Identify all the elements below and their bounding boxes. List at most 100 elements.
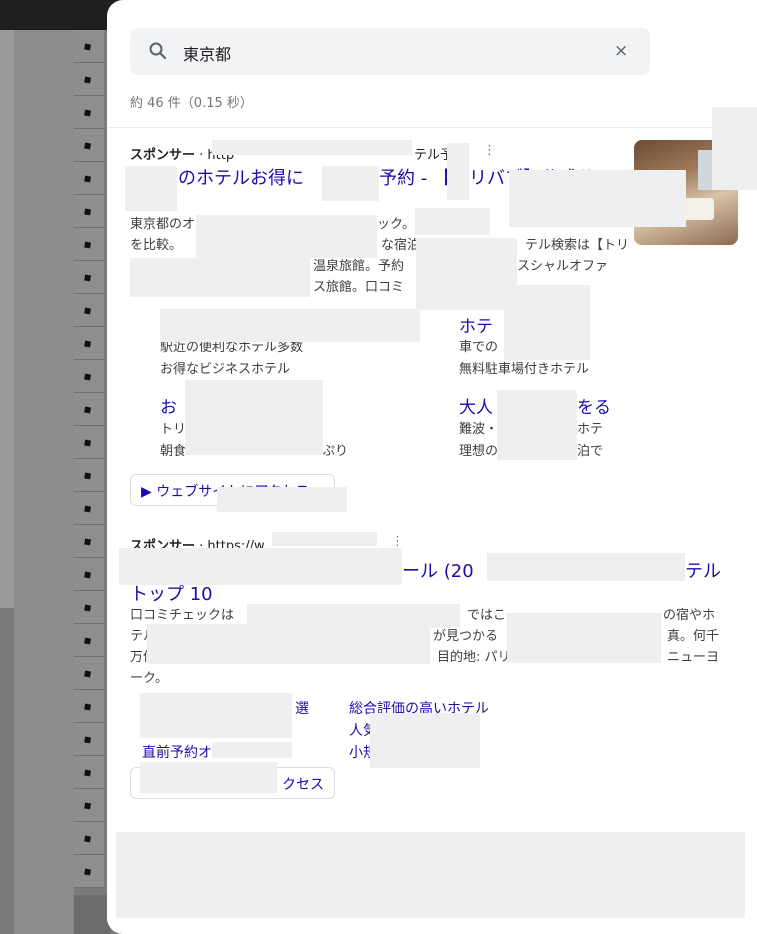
- pin-icon: ◆: [80, 632, 95, 649]
- background-list-row: ◆: [74, 327, 104, 360]
- pin-icon: ◆: [80, 863, 95, 880]
- sitelink-title[interactable]: お: [160, 393, 177, 418]
- redaction-block: [116, 832, 745, 918]
- background-list-row: ◆: [74, 822, 104, 855]
- background-list-row: ◆: [74, 690, 104, 723]
- redaction-block: [217, 487, 347, 512]
- pin-icon: ◆: [80, 467, 95, 484]
- redaction-block: [487, 553, 685, 581]
- pin-icon: ◆: [80, 236, 95, 253]
- background-list-row: ◆: [74, 558, 104, 591]
- ad-2-snippet: ーク。: [130, 671, 168, 686]
- redaction-block: [504, 310, 590, 360]
- play-arrow-icon: ▶: [141, 484, 157, 500]
- sitelink-title[interactable]: ホテ: [459, 312, 493, 337]
- redaction-block: [416, 238, 517, 310]
- ad-1-snippet: テル検索は【トリ: [525, 238, 630, 253]
- background-list-row: ◆: [74, 294, 104, 327]
- pin-icon: ◆: [80, 401, 95, 418]
- search-query: 東京都: [183, 45, 232, 64]
- background-list-row: ◆: [74, 789, 104, 822]
- sitelink-title[interactable]: 大人: [459, 393, 493, 418]
- redaction-block: [185, 380, 323, 455]
- background-list-row: ◆: [74, 63, 104, 96]
- redaction-block: [119, 548, 402, 585]
- pin-icon: ◆: [80, 665, 95, 682]
- ad-2-snippet: 目的地: パリ: [437, 650, 511, 665]
- ad-2-snippet: 口コミチェックは: [130, 608, 235, 623]
- redaction-block: [509, 170, 686, 227]
- result-stats: 約 46 件（0.15 秒）: [130, 96, 253, 111]
- sitelink-desc: ぷり: [322, 444, 349, 459]
- sitelink-title[interactable]: をる: [577, 393, 611, 418]
- ad-1-snippet: な宿泊: [381, 238, 421, 253]
- search-input[interactable]: 東京都 ×: [130, 28, 650, 75]
- background-list-row: ◆: [74, 723, 104, 756]
- search-results-panel: 東京都 × 約 46 件（0.15 秒） スポンサー · http テル予 ⋮ …: [107, 0, 757, 934]
- sitelink-desc: 朝食: [160, 444, 187, 459]
- visit-website-label: クセス: [282, 777, 324, 793]
- pin-icon: ◆: [80, 764, 95, 781]
- background-list: ◆ ◆ ◆ ◆ ◆ ◆ ◆ ◆ ◆ ◆ ◆ ◆ ◆ ◆ ◆ ◆ ◆ ◆ ◆ ◆ ◆ ◆ ◆ ◆ ◆ ◆: [74, 30, 104, 888]
- pin-icon: ◆: [80, 500, 95, 517]
- background-list-row: ◆: [74, 96, 104, 129]
- redaction-block: [160, 309, 420, 342]
- background-list-row: ◆: [74, 129, 104, 162]
- background-list-row: ◆: [74, 855, 104, 888]
- pin-icon: ◆: [80, 269, 95, 286]
- ad-2-link[interactable]: 直前予約オ: [142, 742, 212, 762]
- redaction-block: [212, 742, 292, 758]
- sitelink-desc: 車での: [459, 340, 499, 355]
- redaction-block: [517, 285, 590, 313]
- redaction-block: [147, 624, 430, 664]
- redaction-block: [140, 762, 277, 793]
- ad-1-snippet: 東京都のオ: [130, 217, 196, 232]
- pin-icon: ◆: [80, 71, 95, 88]
- background-list-row: ◆: [74, 459, 104, 492]
- sitelink-desc: 難波・: [459, 422, 499, 437]
- ad-2-title-part[interactable]: テル: [685, 557, 721, 583]
- ad-2-link[interactable]: 選: [295, 698, 309, 718]
- background-list-row: ◆: [74, 30, 104, 63]
- redaction-block: [507, 613, 661, 663]
- pin-icon: ◆: [80, 104, 95, 121]
- redaction-block: [415, 208, 490, 235]
- more-options-icon[interactable]: ⋮: [391, 534, 404, 549]
- ad-1-title-part[interactable]: のホテルお得に: [178, 164, 304, 190]
- search-icon: [149, 42, 167, 60]
- background-list-row: ◆: [74, 393, 104, 426]
- pin-icon: ◆: [80, 731, 95, 748]
- sitelink-desc: トリ: [160, 422, 187, 437]
- pin-icon: ◆: [80, 302, 95, 319]
- background-strip: [14, 30, 74, 934]
- sitelink-desc: ホテ: [577, 422, 604, 437]
- clear-search-button[interactable]: ×: [614, 41, 628, 61]
- background-list-row: ◆: [74, 195, 104, 228]
- ad-1-snippet: ス旅館。口コミ: [313, 280, 405, 295]
- redaction-block: [125, 166, 177, 211]
- ad-2-snippet: が見つかる: [433, 629, 499, 644]
- ad-2-snippet: 真。何千: [667, 629, 720, 644]
- pin-icon: ◆: [80, 335, 95, 352]
- pin-icon: ◆: [80, 137, 95, 154]
- ad-2-title-part[interactable]: ール (20: [402, 557, 474, 583]
- pin-icon: ◆: [80, 434, 95, 451]
- ad-1-snippet: を比較。: [130, 238, 183, 253]
- pin-icon: ◆: [80, 566, 95, 583]
- ad-2-snippet: ではこ: [467, 608, 507, 623]
- background-list-row: ◆: [74, 162, 104, 195]
- background-list-row: ◆: [74, 360, 104, 393]
- redaction-block: [130, 258, 310, 297]
- ad-2-snippet: の宿やホ: [663, 608, 716, 623]
- ad-2-snippet: ニューヨ: [667, 650, 720, 665]
- sitelink-desc: お得なビジネスホテル: [160, 362, 291, 377]
- redaction-block: [212, 140, 412, 155]
- sponsor-label: スポンサー: [130, 148, 196, 163]
- ad-1-title-part[interactable]: 予約 - 【: [379, 164, 451, 190]
- pin-icon: ◆: [80, 203, 95, 220]
- redaction-block: [712, 107, 757, 190]
- background-list-row: ◆: [74, 426, 104, 459]
- background-list-row: ◆: [74, 591, 104, 624]
- more-options-icon[interactable]: ⋮: [483, 143, 496, 158]
- redaction-block: [447, 143, 469, 200]
